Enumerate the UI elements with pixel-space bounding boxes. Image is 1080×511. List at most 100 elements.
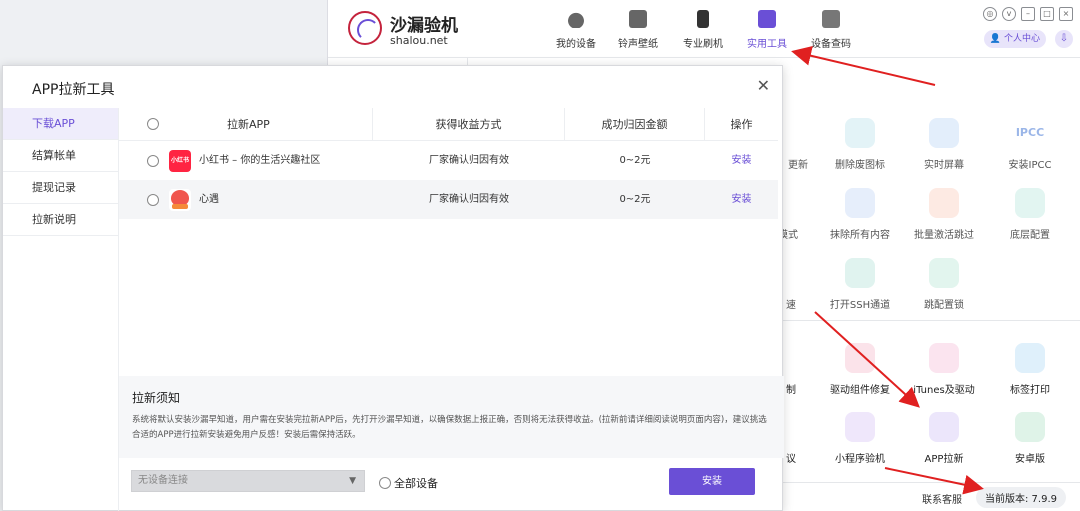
tool-batch-activate[interactable]: 批量激活跳过 bbox=[904, 188, 984, 241]
tool-label: 抹除所有内容 bbox=[830, 230, 890, 241]
notice-title: 拉新须知 bbox=[132, 391, 181, 405]
notice-panel: 拉新须知 系统将默认安装沙漏早知道，用户需在安装完拉新APP后，先打开沙漏早知道… bbox=[119, 376, 784, 458]
header-app: 拉新APP bbox=[119, 108, 373, 140]
phone-screen-icon bbox=[929, 118, 959, 148]
app-table: 拉新APP 获得收益方式 成功归因金额 操作 小红书 小红书 – 你的生活兴趣社… bbox=[119, 108, 778, 219]
chevron-down-icon: ▼ bbox=[349, 476, 356, 486]
column-label: 拉新APP bbox=[227, 118, 270, 131]
select-all-radio[interactable] bbox=[147, 118, 159, 130]
tool-label: 驱动组件修复 bbox=[830, 385, 890, 396]
header-amount: 成功归因金额 bbox=[565, 108, 705, 140]
app-name: 小红书 – 你的生活兴趣社区 bbox=[199, 155, 321, 166]
wrench-icon bbox=[845, 343, 875, 373]
nav-label: 专业刷机 bbox=[683, 39, 723, 50]
radio-icon bbox=[379, 477, 391, 489]
tool-label: 批量激活跳过 bbox=[914, 230, 974, 241]
app-name: 心遇 bbox=[199, 194, 219, 205]
tool-miniprogram[interactable]: 小程序验机 bbox=[820, 412, 900, 465]
income-amount: 0~2元 bbox=[619, 194, 651, 205]
close-icon[interactable]: ✕ bbox=[757, 76, 770, 95]
tool-itunes[interactable]: iTunes及驱动 bbox=[904, 343, 984, 396]
user-center-label: 个人中心 bbox=[1003, 34, 1040, 44]
tool-delete-icons[interactable]: 删除废图标 bbox=[820, 118, 900, 171]
all-devices-radio[interactable]: 全部设备 bbox=[379, 475, 438, 491]
tool-ssh[interactable]: 打开SSH通道 bbox=[820, 258, 900, 311]
nav-my-devices[interactable]: 我的设备 bbox=[546, 10, 606, 50]
row-select-radio[interactable] bbox=[147, 193, 159, 206]
maximize-button[interactable]: □ bbox=[1040, 7, 1054, 21]
lock-reset-icon bbox=[929, 258, 959, 288]
nav-label: 设备查码 bbox=[811, 39, 851, 50]
nav-flash[interactable]: 专业刷机 bbox=[673, 10, 733, 50]
tool-label: 删除废图标 bbox=[835, 160, 885, 171]
nav-device-lookup[interactable]: 设备查码 bbox=[801, 10, 861, 50]
tool-label: 跳配置锁 bbox=[924, 300, 964, 311]
feedback-icon[interactable]: ◎ bbox=[983, 7, 997, 21]
income-amount: 0~2元 bbox=[619, 155, 651, 166]
nav-label: 实用工具 bbox=[747, 39, 787, 50]
sidebar-item-download-app[interactable]: 下载APP bbox=[3, 108, 118, 140]
xinyu-app-icon bbox=[169, 189, 191, 211]
user-center-button[interactable]: 👤 个人中心 bbox=[983, 30, 1046, 48]
nav-tools[interactable]: 实用工具 bbox=[737, 10, 797, 50]
install-link[interactable]: 安装 bbox=[705, 180, 778, 219]
trash-icon bbox=[845, 118, 875, 148]
tool-label: 小程序验机 bbox=[835, 454, 885, 465]
tool-config-lock[interactable]: 跳配置锁 bbox=[904, 258, 984, 311]
download-icon[interactable]: ⇩ bbox=[1055, 30, 1073, 48]
sidebar-item-billing[interactable]: 结算帐单 bbox=[3, 140, 118, 172]
income-method: 厂家确认归因有效 bbox=[429, 155, 509, 166]
nav-label: 铃声壁纸 bbox=[618, 39, 658, 50]
app-pull-new-dialog: APP拉新工具 ✕ 下载APP 结算帐单 提现记录 拉新说明 拉新APP 获得收… bbox=[2, 65, 784, 511]
minimize-button[interactable]: – bbox=[1021, 7, 1035, 21]
search-icon bbox=[822, 10, 840, 28]
tool-label: 更新 bbox=[788, 160, 808, 171]
miniprogram-icon bbox=[845, 412, 875, 442]
header-method: 获得收益方式 bbox=[373, 108, 565, 140]
sidebar-item-withdraw-records[interactable]: 提现记录 bbox=[3, 172, 118, 204]
ipcc-icon: IPCC bbox=[1015, 126, 1045, 139]
broom-icon bbox=[845, 188, 875, 218]
app-name: 沙漏验机 bbox=[390, 16, 458, 36]
row-select-radio[interactable] bbox=[147, 154, 159, 167]
tool-app-pull-new[interactable]: APP拉新 bbox=[904, 412, 984, 465]
printer-icon bbox=[1015, 343, 1045, 373]
toolbox-icon bbox=[758, 10, 776, 28]
tool-label: 速 bbox=[786, 300, 796, 311]
tool-label: 安装IPCC bbox=[1008, 160, 1052, 171]
config-icon bbox=[1015, 188, 1045, 218]
contact-support-link[interactable]: 联系客服 bbox=[922, 491, 962, 506]
close-button[interactable]: × bbox=[1059, 7, 1073, 21]
tool-android[interactable]: 安卓版 bbox=[990, 412, 1070, 465]
tool-low-config[interactable]: 底层配置 bbox=[990, 188, 1070, 241]
install-button[interactable]: 安装 bbox=[669, 468, 755, 495]
tool-erase-all[interactable]: 抹除所有内容 bbox=[820, 188, 900, 241]
all-devices-label: 全部设备 bbox=[394, 477, 438, 490]
android-icon bbox=[1015, 412, 1045, 442]
chevron-down-icon[interactable]: v bbox=[1002, 7, 1016, 21]
install-link[interactable]: 安装 bbox=[705, 141, 778, 180]
tool-label: APP拉新 bbox=[924, 454, 964, 465]
tool-label: 打开SSH通道 bbox=[829, 300, 891, 311]
table-header: 拉新APP 获得收益方式 成功归因金额 操作 bbox=[119, 108, 778, 141]
tool-driver-repair[interactable]: 驱动组件修复 bbox=[820, 343, 900, 396]
device-select-value: 无设备连接 bbox=[138, 475, 188, 486]
device-select[interactable]: 无设备连接 ▼ bbox=[131, 470, 365, 492]
paper-plane-icon bbox=[929, 412, 959, 442]
income-method: 厂家确认归因有效 bbox=[429, 194, 509, 205]
table-row: 心遇 厂家确认归因有效 0~2元 安装 bbox=[119, 180, 778, 219]
nav-label: 我的设备 bbox=[556, 39, 596, 50]
apple-icon bbox=[567, 10, 585, 28]
sidebar-item-instructions[interactable]: 拉新说明 bbox=[3, 204, 118, 236]
header-action: 操作 bbox=[730, 118, 753, 131]
tool-label-print[interactable]: 标签打印 bbox=[990, 343, 1070, 396]
tool-label: 制 bbox=[786, 385, 796, 396]
nav-ringtone-wallpaper[interactable]: 铃声壁纸 bbox=[608, 10, 668, 50]
tool-install-ipcc[interactable]: IPCC 安装IPCC bbox=[990, 118, 1070, 171]
app-logo bbox=[348, 11, 382, 45]
update-icon bbox=[783, 118, 813, 148]
table-row: 小红书 小红书 – 你的生活兴趣社区 厂家确认归因有效 0~2元 安装 bbox=[119, 141, 778, 180]
window-controls: ◎ v – □ × bbox=[983, 7, 1073, 21]
tool-label: 底层配置 bbox=[1010, 230, 1050, 241]
tool-live-screen[interactable]: 实时屏幕 bbox=[904, 118, 984, 171]
